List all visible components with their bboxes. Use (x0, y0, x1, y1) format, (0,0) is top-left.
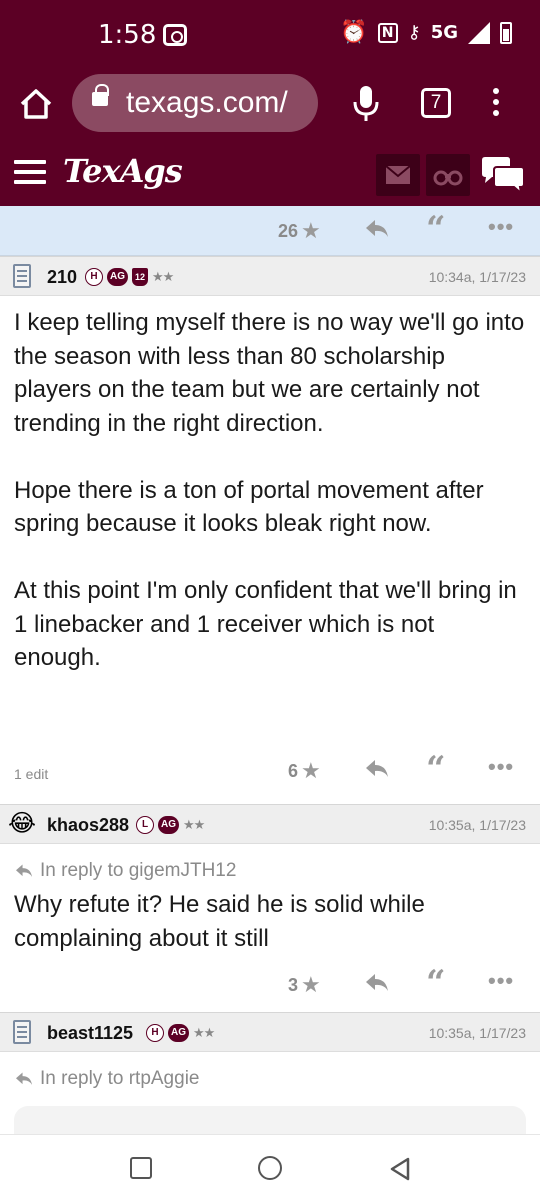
star-count: 26 (278, 220, 299, 241)
home-nav-icon[interactable] (258, 1156, 282, 1180)
screen-record-icon (163, 24, 187, 46)
chat-bubbles-icon[interactable] (480, 156, 526, 194)
url-bar[interactable]: texags.com/ (72, 74, 318, 132)
post-paragraph: Why refute it? He said he is solid while… (14, 891, 425, 952)
rank-stars: ★★ (193, 1025, 215, 1040)
nfc-icon: N (377, 22, 398, 43)
badge-l: L (136, 816, 154, 834)
post-header: 😂 khaos288 L AG ★★ 10:35a, 1/17/23 (0, 804, 540, 844)
user-badges: H AG ★★ (146, 1024, 215, 1042)
reply-arrow-icon[interactable] (364, 758, 390, 780)
quote-icon[interactable]: “ (426, 966, 446, 1000)
post-header: 210 H AG 12 ★★ 10:34a, 1/17/23 (0, 256, 540, 296)
battery-icon (500, 21, 512, 44)
post-body: I keep telling myself there is no way we… (14, 306, 526, 675)
rank-stars: ★★ (152, 269, 174, 284)
microphone-icon[interactable] (352, 84, 380, 124)
messages-button[interactable] (376, 154, 420, 196)
post-timestamp[interactable]: 10:34a, 1/17/23 (429, 269, 526, 285)
reply-to-text: In reply to gigemJTH12 (40, 860, 237, 881)
reply-to-link[interactable]: In reply to rtpAggie (14, 1068, 199, 1090)
badge-ag: AG (107, 268, 128, 286)
badge-ag: AG (158, 816, 179, 834)
more-dots-icon[interactable]: ••• (488, 968, 514, 998)
post-body: Why refute it? He said he is solid while… (14, 888, 526, 955)
badge-12th-man: 12 (132, 268, 148, 286)
star-button[interactable]: 26 ★ (278, 216, 321, 246)
star-count: 6 (288, 760, 299, 781)
username[interactable]: beast1125 (47, 1023, 133, 1044)
lock-icon (92, 84, 109, 106)
reply-to-text: In reply to rtpAggie (40, 1068, 200, 1089)
username[interactable]: khaos288 (47, 815, 129, 836)
mail-icon (385, 165, 411, 184)
site-logo[interactable]: TexAgs (63, 152, 183, 190)
reply-arrow-icon[interactable] (364, 218, 390, 240)
status-bar: 1:58 ⏰ N ⚷ 5G (0, 0, 540, 70)
post-paragraph: At this point I'm only confident that we… (14, 577, 517, 671)
badge-h: H (85, 268, 103, 286)
post-paragraph: I keep telling myself there is no way we… (14, 309, 525, 437)
previous-post-footer: 26 ★ “ ••• (0, 206, 540, 256)
star-button[interactable]: 6 ★ (288, 756, 321, 786)
more-dots-icon[interactable]: ••• (488, 214, 514, 244)
tab-switcher-button[interactable]: 7 (421, 88, 451, 118)
badge-h: H (146, 1024, 164, 1042)
reply-to-link[interactable]: In reply to gigemJTH12 (14, 860, 236, 882)
username[interactable]: 210 (47, 267, 77, 288)
site-header: TexAgs (0, 138, 540, 206)
star-button[interactable]: 3 ★ (288, 970, 321, 1000)
system-nav-bar (0, 1134, 540, 1200)
reply-arrow-icon[interactable] (364, 972, 390, 994)
avatar[interactable] (13, 264, 31, 288)
quote-icon[interactable]: “ (426, 212, 446, 246)
rank-stars: ★★ (183, 817, 205, 832)
post-paragraph: Hope there is a ton of portal movement a… (14, 476, 484, 538)
post-header: beast1125 H AG ★★ 10:35a, 1/17/23 (0, 1012, 540, 1052)
reply-arrow-icon (16, 864, 32, 877)
status-time: 1:58 (98, 20, 157, 50)
post-timestamp[interactable]: 10:35a, 1/17/23 (429, 1025, 526, 1041)
signal-icon (468, 21, 490, 44)
user-badges: H AG 12 ★★ (85, 268, 174, 286)
hamburger-menu-icon[interactable] (14, 160, 46, 184)
url-text: texags.com/ (126, 86, 288, 119)
post-timestamp[interactable]: 10:35a, 1/17/23 (429, 817, 526, 833)
watch-button[interactable] (426, 154, 470, 196)
star-icon: ★ (301, 758, 321, 783)
alarm-icon: ⏰ (340, 20, 368, 45)
laughing-emoji-avatar[interactable]: 😂 (8, 809, 38, 839)
more-dots-icon[interactable]: ••• (488, 754, 514, 784)
post-actions: 3 ★ “ ••• (0, 966, 540, 1000)
browser-toolbar: texags.com/ 7 (0, 70, 540, 138)
recents-icon[interactable] (130, 1157, 152, 1179)
network-label: 5G (430, 22, 458, 43)
browser-menu-icon[interactable] (492, 88, 500, 122)
reply-arrow-icon (16, 1072, 32, 1085)
post-actions: 6 ★ “ ••• (0, 752, 540, 786)
home-icon[interactable] (18, 86, 54, 122)
quote-icon[interactable]: “ (426, 752, 446, 786)
user-badges: L AG ★★ (136, 816, 205, 834)
star-count: 3 (288, 974, 299, 995)
star-icon: ★ (301, 218, 321, 243)
binoculars-icon (433, 170, 463, 186)
star-icon: ★ (301, 972, 321, 997)
avatar[interactable] (13, 1020, 31, 1044)
status-icons: ⏰ N ⚷ 5G (340, 20, 512, 45)
key-icon: ⚷ (407, 22, 421, 43)
badge-ag: AG (168, 1024, 189, 1042)
back-icon[interactable] (389, 1157, 411, 1181)
